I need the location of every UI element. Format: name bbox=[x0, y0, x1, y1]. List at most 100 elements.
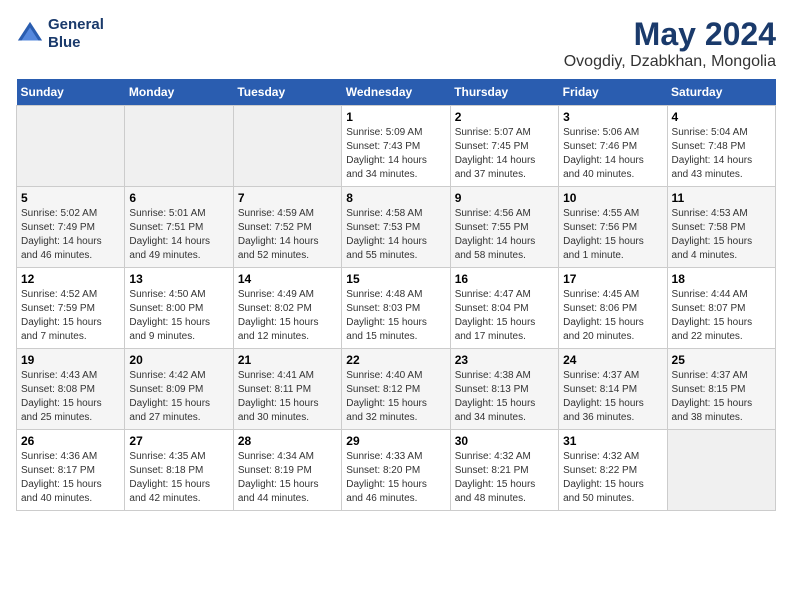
day-info: Sunrise: 4:37 AM Sunset: 8:14 PM Dayligh… bbox=[563, 369, 662, 425]
day-info: Sunrise: 5:09 AM Sunset: 7:43 PM Dayligh… bbox=[346, 126, 445, 182]
calendar-cell: 19 Sunrise: 4:43 AM Sunset: 8:08 PM Dayli… bbox=[17, 349, 125, 430]
day-info: Sunrise: 4:55 AM Sunset: 7:56 PM Dayligh… bbox=[563, 207, 662, 263]
day-number: 17 bbox=[563, 272, 662, 286]
day-number: 1 bbox=[346, 110, 445, 124]
title-area: May 2024 Ovogdiy, Dzabkhan, Mongolia bbox=[564, 16, 776, 71]
calendar-cell: 8 Sunrise: 4:58 AM Sunset: 7:53 PM Daylig… bbox=[342, 187, 450, 268]
calendar-cell: 25 Sunrise: 4:37 AM Sunset: 8:15 PM Dayli… bbox=[667, 349, 775, 430]
day-info: Sunrise: 4:34 AM Sunset: 8:19 PM Dayligh… bbox=[238, 450, 337, 506]
calendar-cell: 23Sunrise: 4:38 AM Sunset: 8:13 PM Dayli… bbox=[450, 349, 558, 430]
header-day-saturday: Saturday bbox=[667, 79, 775, 106]
day-number: 14 bbox=[238, 272, 337, 286]
day-info: Sunrise: 5:07 AM Sunset: 7:45 PM Dayligh… bbox=[455, 126, 554, 182]
month-title: May 2024 bbox=[564, 16, 776, 53]
day-number: 29 bbox=[346, 434, 445, 448]
calendar-cell: 30 Sunrise: 4:32 AM Sunset: 8:21 PM Dayli… bbox=[450, 430, 558, 511]
calendar-cell: 13 Sunrise: 4:50 AM Sunset: 8:00 PM Dayli… bbox=[125, 268, 233, 349]
calendar-cell: 20Sunrise: 4:42 AM Sunset: 8:09 PM Dayli… bbox=[125, 349, 233, 430]
calendar-cell bbox=[667, 430, 775, 511]
calendar-cell: 4 Sunrise: 5:04 AM Sunset: 7:48 PM Daylig… bbox=[667, 106, 775, 187]
day-number: 13 bbox=[129, 272, 228, 286]
calendar-cell: 17 Sunrise: 4:45 AM Sunset: 8:06 PM Dayli… bbox=[559, 268, 667, 349]
day-info: Sunrise: 4:43 AM Sunset: 8:08 PM Dayligh… bbox=[21, 369, 120, 425]
day-info: Sunrise: 4:40 AM Sunset: 8:12 PM Dayligh… bbox=[346, 369, 445, 425]
calendar-cell: 26Sunrise: 4:36 AM Sunset: 8:17 PM Dayli… bbox=[17, 430, 125, 511]
day-number: 5 bbox=[21, 191, 120, 205]
calendar-cell: 3 Sunrise: 5:06 AM Sunset: 7:46 PM Daylig… bbox=[559, 106, 667, 187]
calendar-cell: 27 Sunrise: 4:35 AM Sunset: 8:18 PM Dayli… bbox=[125, 430, 233, 511]
logo-icon bbox=[16, 20, 44, 48]
calendar-week-row: 1 Sunrise: 5:09 AM Sunset: 7:43 PM Daylig… bbox=[17, 106, 776, 187]
calendar-week-row: 5Sunrise: 5:02 AM Sunset: 7:49 PM Daylig… bbox=[17, 187, 776, 268]
day-number: 10 bbox=[563, 191, 662, 205]
header-day-thursday: Thursday bbox=[450, 79, 558, 106]
day-number: 25 bbox=[672, 353, 771, 367]
calendar-cell: 24Sunrise: 4:37 AM Sunset: 8:14 PM Dayli… bbox=[559, 349, 667, 430]
calendar-body: 1 Sunrise: 5:09 AM Sunset: 7:43 PM Daylig… bbox=[17, 106, 776, 511]
header-day-sunday: Sunday bbox=[17, 79, 125, 106]
calendar-cell: 2 Sunrise: 5:07 AM Sunset: 7:45 PM Daylig… bbox=[450, 106, 558, 187]
calendar-cell: 18Sunrise: 4:44 AM Sunset: 8:07 PM Dayli… bbox=[667, 268, 775, 349]
day-number: 28 bbox=[238, 434, 337, 448]
calendar-cell: 16 Sunrise: 4:47 AM Sunset: 8:04 PM Dayli… bbox=[450, 268, 558, 349]
calendar-week-row: 12 Sunrise: 4:52 AM Sunset: 7:59 PM Dayli… bbox=[17, 268, 776, 349]
header-day-wednesday: Wednesday bbox=[342, 79, 450, 106]
day-number: 7 bbox=[238, 191, 337, 205]
day-info: Sunrise: 4:41 AM Sunset: 8:11 PM Dayligh… bbox=[238, 369, 337, 425]
logo: General Blue bbox=[16, 16, 104, 52]
day-number: 2 bbox=[455, 110, 554, 124]
day-number: 3 bbox=[563, 110, 662, 124]
header-day-tuesday: Tuesday bbox=[233, 79, 341, 106]
day-number: 16 bbox=[455, 272, 554, 286]
calendar-cell: 11 Sunrise: 4:53 AM Sunset: 7:58 PM Dayli… bbox=[667, 187, 775, 268]
calendar-table: SundayMondayTuesdayWednesdayThursdayFrid… bbox=[16, 79, 776, 511]
header: General Blue May 2024 Ovogdiy, Dzabkhan,… bbox=[16, 16, 776, 71]
day-number: 8 bbox=[346, 191, 445, 205]
day-number: 4 bbox=[672, 110, 771, 124]
logo-text: General Blue bbox=[48, 16, 104, 52]
day-number: 15 bbox=[346, 272, 445, 286]
day-info: Sunrise: 4:59 AM Sunset: 7:52 PM Dayligh… bbox=[238, 207, 337, 263]
day-info: Sunrise: 4:38 AM Sunset: 8:13 PM Dayligh… bbox=[455, 369, 554, 425]
day-number: 11 bbox=[672, 191, 771, 205]
calendar-cell: 21 Sunrise: 4:41 AM Sunset: 8:11 PM Dayli… bbox=[233, 349, 341, 430]
day-info: Sunrise: 4:47 AM Sunset: 8:04 PM Dayligh… bbox=[455, 288, 554, 344]
calendar-cell: 7 Sunrise: 4:59 AM Sunset: 7:52 PM Daylig… bbox=[233, 187, 341, 268]
calendar-cell bbox=[17, 106, 125, 187]
day-info: Sunrise: 4:56 AM Sunset: 7:55 PM Dayligh… bbox=[455, 207, 554, 263]
day-info: Sunrise: 4:45 AM Sunset: 8:06 PM Dayligh… bbox=[563, 288, 662, 344]
day-info: Sunrise: 4:53 AM Sunset: 7:58 PM Dayligh… bbox=[672, 207, 771, 263]
day-info: Sunrise: 4:48 AM Sunset: 8:03 PM Dayligh… bbox=[346, 288, 445, 344]
day-info: Sunrise: 4:52 AM Sunset: 7:59 PM Dayligh… bbox=[21, 288, 120, 344]
day-number: 19 bbox=[21, 353, 120, 367]
calendar-cell bbox=[233, 106, 341, 187]
day-info: Sunrise: 4:58 AM Sunset: 7:53 PM Dayligh… bbox=[346, 207, 445, 263]
calendar-cell: 9Sunrise: 4:56 AM Sunset: 7:55 PM Daylig… bbox=[450, 187, 558, 268]
day-number: 27 bbox=[129, 434, 228, 448]
day-info: Sunrise: 4:32 AM Sunset: 8:22 PM Dayligh… bbox=[563, 450, 662, 506]
calendar-week-row: 26Sunrise: 4:36 AM Sunset: 8:17 PM Dayli… bbox=[17, 430, 776, 511]
calendar-cell: 22Sunrise: 4:40 AM Sunset: 8:12 PM Dayli… bbox=[342, 349, 450, 430]
location-title: Ovogdiy, Dzabkhan, Mongolia bbox=[564, 53, 776, 71]
calendar-cell: 31Sunrise: 4:32 AM Sunset: 8:22 PM Dayli… bbox=[559, 430, 667, 511]
calendar-header-row: SundayMondayTuesdayWednesdayThursdayFrid… bbox=[17, 79, 776, 106]
day-info: Sunrise: 5:04 AM Sunset: 7:48 PM Dayligh… bbox=[672, 126, 771, 182]
day-info: Sunrise: 4:35 AM Sunset: 8:18 PM Dayligh… bbox=[129, 450, 228, 506]
header-day-monday: Monday bbox=[125, 79, 233, 106]
calendar-week-row: 19 Sunrise: 4:43 AM Sunset: 8:08 PM Dayli… bbox=[17, 349, 776, 430]
day-number: 12 bbox=[21, 272, 120, 286]
day-info: Sunrise: 5:06 AM Sunset: 7:46 PM Dayligh… bbox=[563, 126, 662, 182]
calendar-cell: 6Sunrise: 5:01 AM Sunset: 7:51 PM Daylig… bbox=[125, 187, 233, 268]
calendar-cell bbox=[125, 106, 233, 187]
day-number: 30 bbox=[455, 434, 554, 448]
header-day-friday: Friday bbox=[559, 79, 667, 106]
calendar-cell: 12 Sunrise: 4:52 AM Sunset: 7:59 PM Dayli… bbox=[17, 268, 125, 349]
day-info: Sunrise: 4:32 AM Sunset: 8:21 PM Dayligh… bbox=[455, 450, 554, 506]
day-info: Sunrise: 4:37 AM Sunset: 8:15 PM Dayligh… bbox=[672, 369, 771, 425]
calendar-cell: 1 Sunrise: 5:09 AM Sunset: 7:43 PM Daylig… bbox=[342, 106, 450, 187]
day-number: 18 bbox=[672, 272, 771, 286]
day-number: 26 bbox=[21, 434, 120, 448]
day-number: 21 bbox=[238, 353, 337, 367]
day-number: 6 bbox=[129, 191, 228, 205]
day-info: Sunrise: 4:50 AM Sunset: 8:00 PM Dayligh… bbox=[129, 288, 228, 344]
